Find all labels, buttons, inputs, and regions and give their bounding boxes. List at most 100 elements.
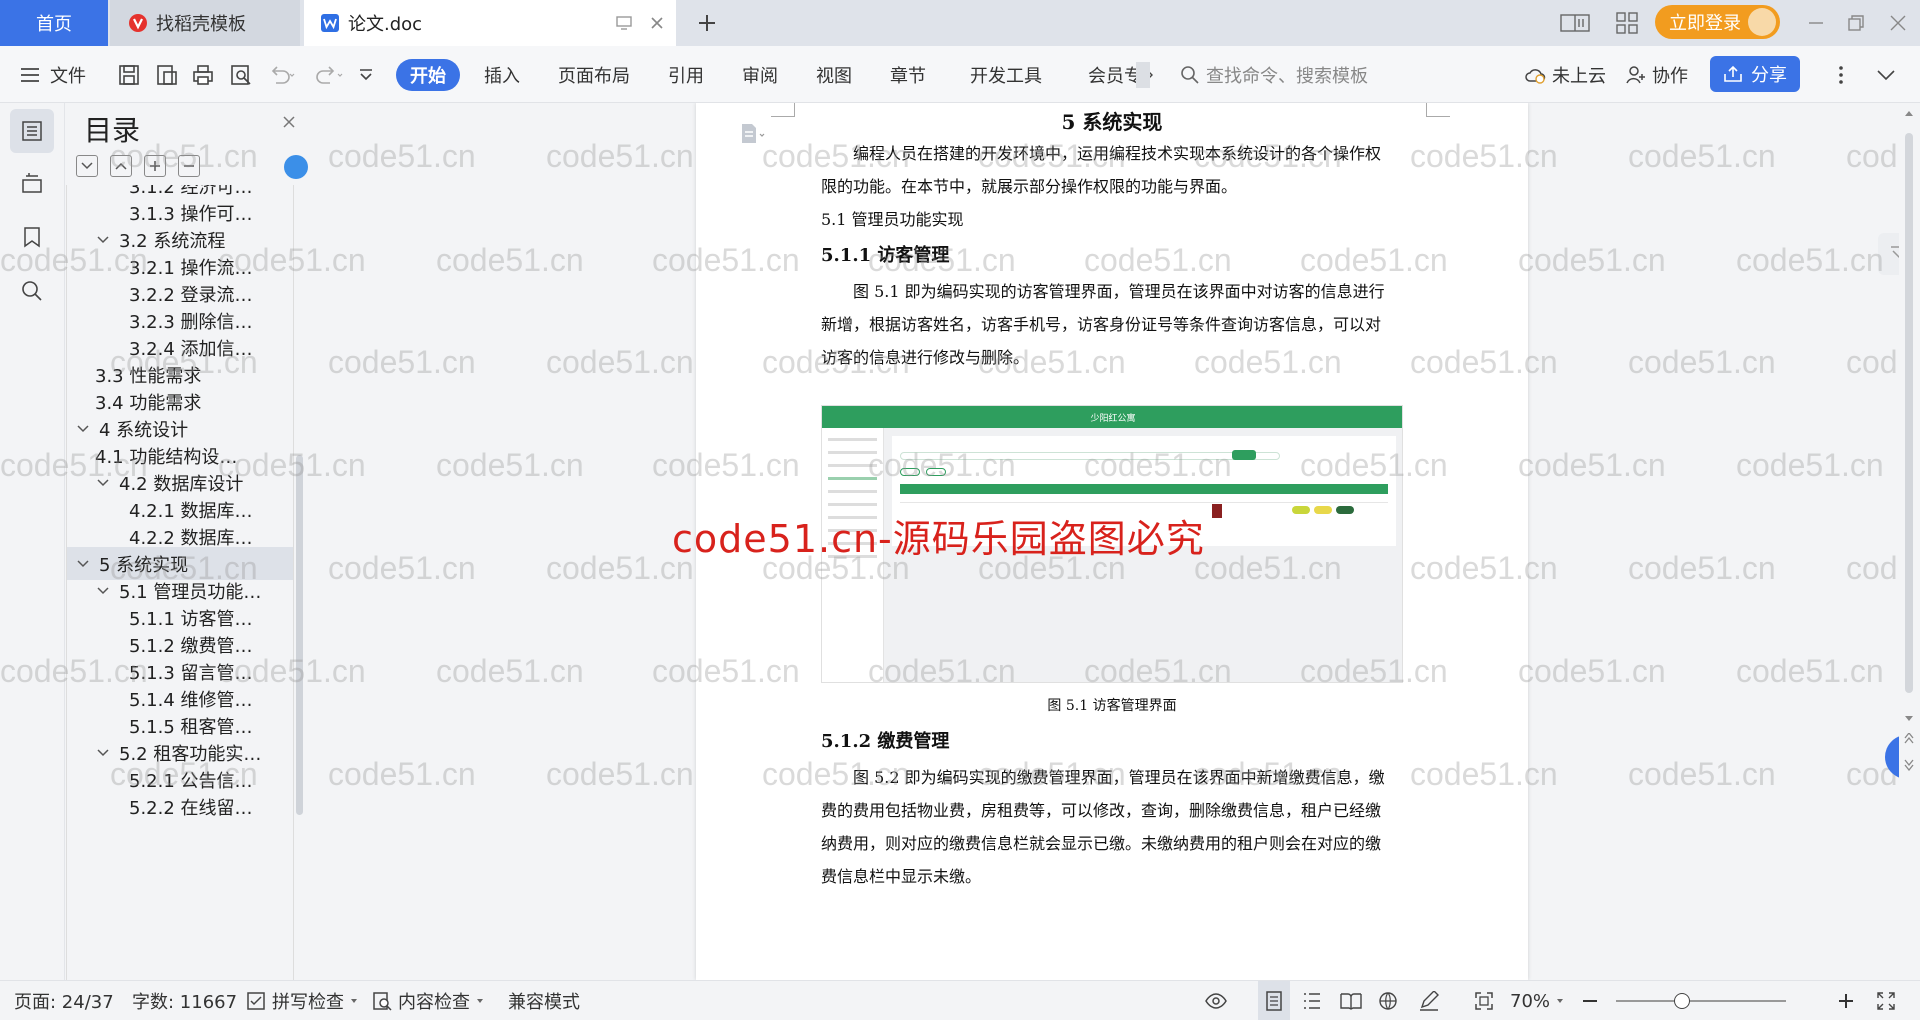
outline-view-icon[interactable] <box>1302 981 1322 1020</box>
save-icon[interactable] <box>118 46 140 103</box>
file-menu-label: 文件 <box>50 65 86 87</box>
collapse-up-icon[interactable] <box>110 155 132 177</box>
chevron-down-icon[interactable] <box>75 424 91 433</box>
tab-home[interactable]: 首页 <box>0 0 108 46</box>
command-search-input[interactable]: 查找命令、搜索模板 <box>1180 60 1368 90</box>
ribbon: 文件 开始 插入 页面布局 引用 审阅 视图 章节 开发工具 会员专 查找命令、… <box>0 46 1920 103</box>
toc-item-label: 5.1.1 访客管… <box>129 608 253 630</box>
cloud-status[interactable]: 未上云 <box>1524 46 1606 103</box>
filter-icon[interactable] <box>1878 233 1899 275</box>
search-icon <box>1180 65 1200 85</box>
toc-item-label: 5 系统实现 <box>99 554 189 576</box>
tab-review-label: 审阅 <box>742 65 778 87</box>
tab-document[interactable]: 论文.doc <box>304 0 676 46</box>
chevron-down-icon[interactable] <box>95 478 111 487</box>
para-line: 图 5.2 即为编码实现的缴费管理界面，管理员在该界面中新增缴费信息，缴 <box>853 768 1385 787</box>
login-button[interactable]: 立即登录 <box>1655 5 1780 39</box>
tab-insert-label: 插入 <box>484 65 520 87</box>
cloud-icon <box>1524 66 1546 84</box>
tab-view[interactable]: 视图 <box>816 46 852 103</box>
apps-grid-icon[interactable] <box>1616 0 1638 46</box>
prev-page-icon[interactable] <box>1904 733 1914 745</box>
chevron-down-icon[interactable] <box>95 235 111 244</box>
tab-layout[interactable]: 页面布局 <box>558 46 630 103</box>
content-check-label: 内容检查 <box>398 992 470 1013</box>
caret-down-icon <box>1556 998 1564 1004</box>
chevron-down-icon[interactable] <box>95 586 111 595</box>
read-view-icon[interactable] <box>1340 981 1362 1020</box>
scrollbar-thumb[interactable] <box>1905 133 1913 693</box>
export-pdf-icon[interactable] <box>156 46 178 103</box>
compat-mode[interactable]: 兼容模式 <box>508 981 580 1020</box>
redo-icon[interactable] <box>316 46 344 103</box>
tab-chapter[interactable]: 章节 <box>890 46 926 103</box>
tab-review[interactable]: 审阅 <box>742 46 778 103</box>
para-line: 访客的信息进行修改与删除。 <box>821 348 1030 367</box>
page-counter[interactable]: 页面: 24/37 <box>14 981 114 1020</box>
tab-dev-tools[interactable]: 开发工具 <box>970 46 1042 103</box>
fit-page-icon[interactable] <box>1474 981 1494 1020</box>
window-float-icon[interactable] <box>616 16 632 30</box>
undo-icon[interactable] <box>268 46 296 103</box>
toc-item-label: 5.1.2 缴费管… <box>129 635 253 657</box>
tab-start[interactable]: 开始 <box>396 59 460 91</box>
expand-down-icon[interactable] <box>76 155 98 177</box>
minimize-icon[interactable] <box>1808 0 1824 46</box>
toc-item[interactable]: 5.2.2 在线留… <box>67 790 293 823</box>
tab-dev-tools-label: 开发工具 <box>970 65 1042 87</box>
quick-access-dropdown-icon[interactable] <box>358 46 374 103</box>
collapse-ribbon-icon[interactable] <box>1876 46 1896 103</box>
zoom-out-icon[interactable] <box>1582 981 1598 1020</box>
tab-chapter-label: 章节 <box>890 65 926 87</box>
fullscreen-icon[interactable] <box>1876 981 1896 1020</box>
spell-check-icon <box>246 991 266 1011</box>
zoom-slider-handle[interactable] <box>1674 993 1690 1009</box>
new-tab-button[interactable] <box>690 0 724 46</box>
zoom-level[interactable]: 70% <box>1510 981 1564 1020</box>
word-count[interactable]: 字数: 11667 <box>132 981 237 1020</box>
close-window-icon[interactable] <box>1890 0 1906 46</box>
page-view-icon[interactable] <box>1258 981 1290 1020</box>
toc-panel: 目录 3.1.2 经济可… 3.1.3 操作可… 3.2 系统流程 3.2.1 操作流… <box>66 103 320 980</box>
toc-item-label: 4.1 功能结构设… <box>95 446 238 468</box>
print-icon[interactable] <box>192 46 214 103</box>
find-icon[interactable] <box>10 269 54 313</box>
doc-outline-icon[interactable] <box>740 123 766 145</box>
scroll-up-icon[interactable] <box>1904 109 1914 117</box>
toc-panel-icon[interactable] <box>10 109 54 153</box>
eye-protection-icon[interactable] <box>1204 981 1228 1020</box>
zoom-in-icon[interactable] <box>1838 981 1854 1020</box>
restore-icon[interactable] <box>1848 0 1864 46</box>
bookmark-icon[interactable] <box>10 215 54 259</box>
print-preview-icon[interactable] <box>230 46 252 103</box>
ai-assistant-icon[interactable] <box>284 155 308 179</box>
crop-mark <box>1426 103 1450 117</box>
zoom-slider[interactable] <box>1616 981 1786 1020</box>
write-mode-icon[interactable] <box>1418 981 1440 1020</box>
tab-references[interactable]: 引用 <box>668 46 704 103</box>
file-menu[interactable]: 文件 <box>20 46 86 103</box>
tab-home-label: 首页 <box>36 14 72 35</box>
tab-insert[interactable]: 插入 <box>484 46 520 103</box>
chevron-down-icon[interactable] <box>95 748 111 757</box>
toc-scrollbar[interactable] <box>296 455 303 815</box>
content-check-button[interactable]: 内容检查 <box>372 981 484 1020</box>
layout-icon[interactable] <box>1560 0 1590 46</box>
close-panel-icon[interactable] <box>282 115 296 129</box>
collab-button[interactable]: 协作 <box>1626 46 1688 103</box>
remove-heading-icon[interactable] <box>178 155 200 177</box>
add-heading-icon[interactable] <box>144 155 166 177</box>
close-tab-icon[interactable] <box>650 16 664 30</box>
tab-templates[interactable]: 找稻壳模板 <box>110 0 300 46</box>
next-page-icon[interactable] <box>1904 759 1914 771</box>
spell-check-button[interactable]: 拼写检查 <box>246 981 358 1020</box>
share-button[interactable]: 分享 <box>1710 56 1800 92</box>
chevron-down-icon[interactable] <box>75 559 91 568</box>
toc-item-label: 5.2 租客功能实… <box>119 743 262 765</box>
more-options-icon[interactable] <box>1838 46 1844 103</box>
chapter-nav-icon[interactable] <box>10 161 54 205</box>
web-view-icon[interactable] <box>1378 981 1398 1020</box>
toc-item-label: 5.1.5 租客管… <box>129 716 253 738</box>
vertical-scrollbar[interactable] <box>1899 103 1920 980</box>
scroll-down-icon[interactable] <box>1904 715 1914 723</box>
